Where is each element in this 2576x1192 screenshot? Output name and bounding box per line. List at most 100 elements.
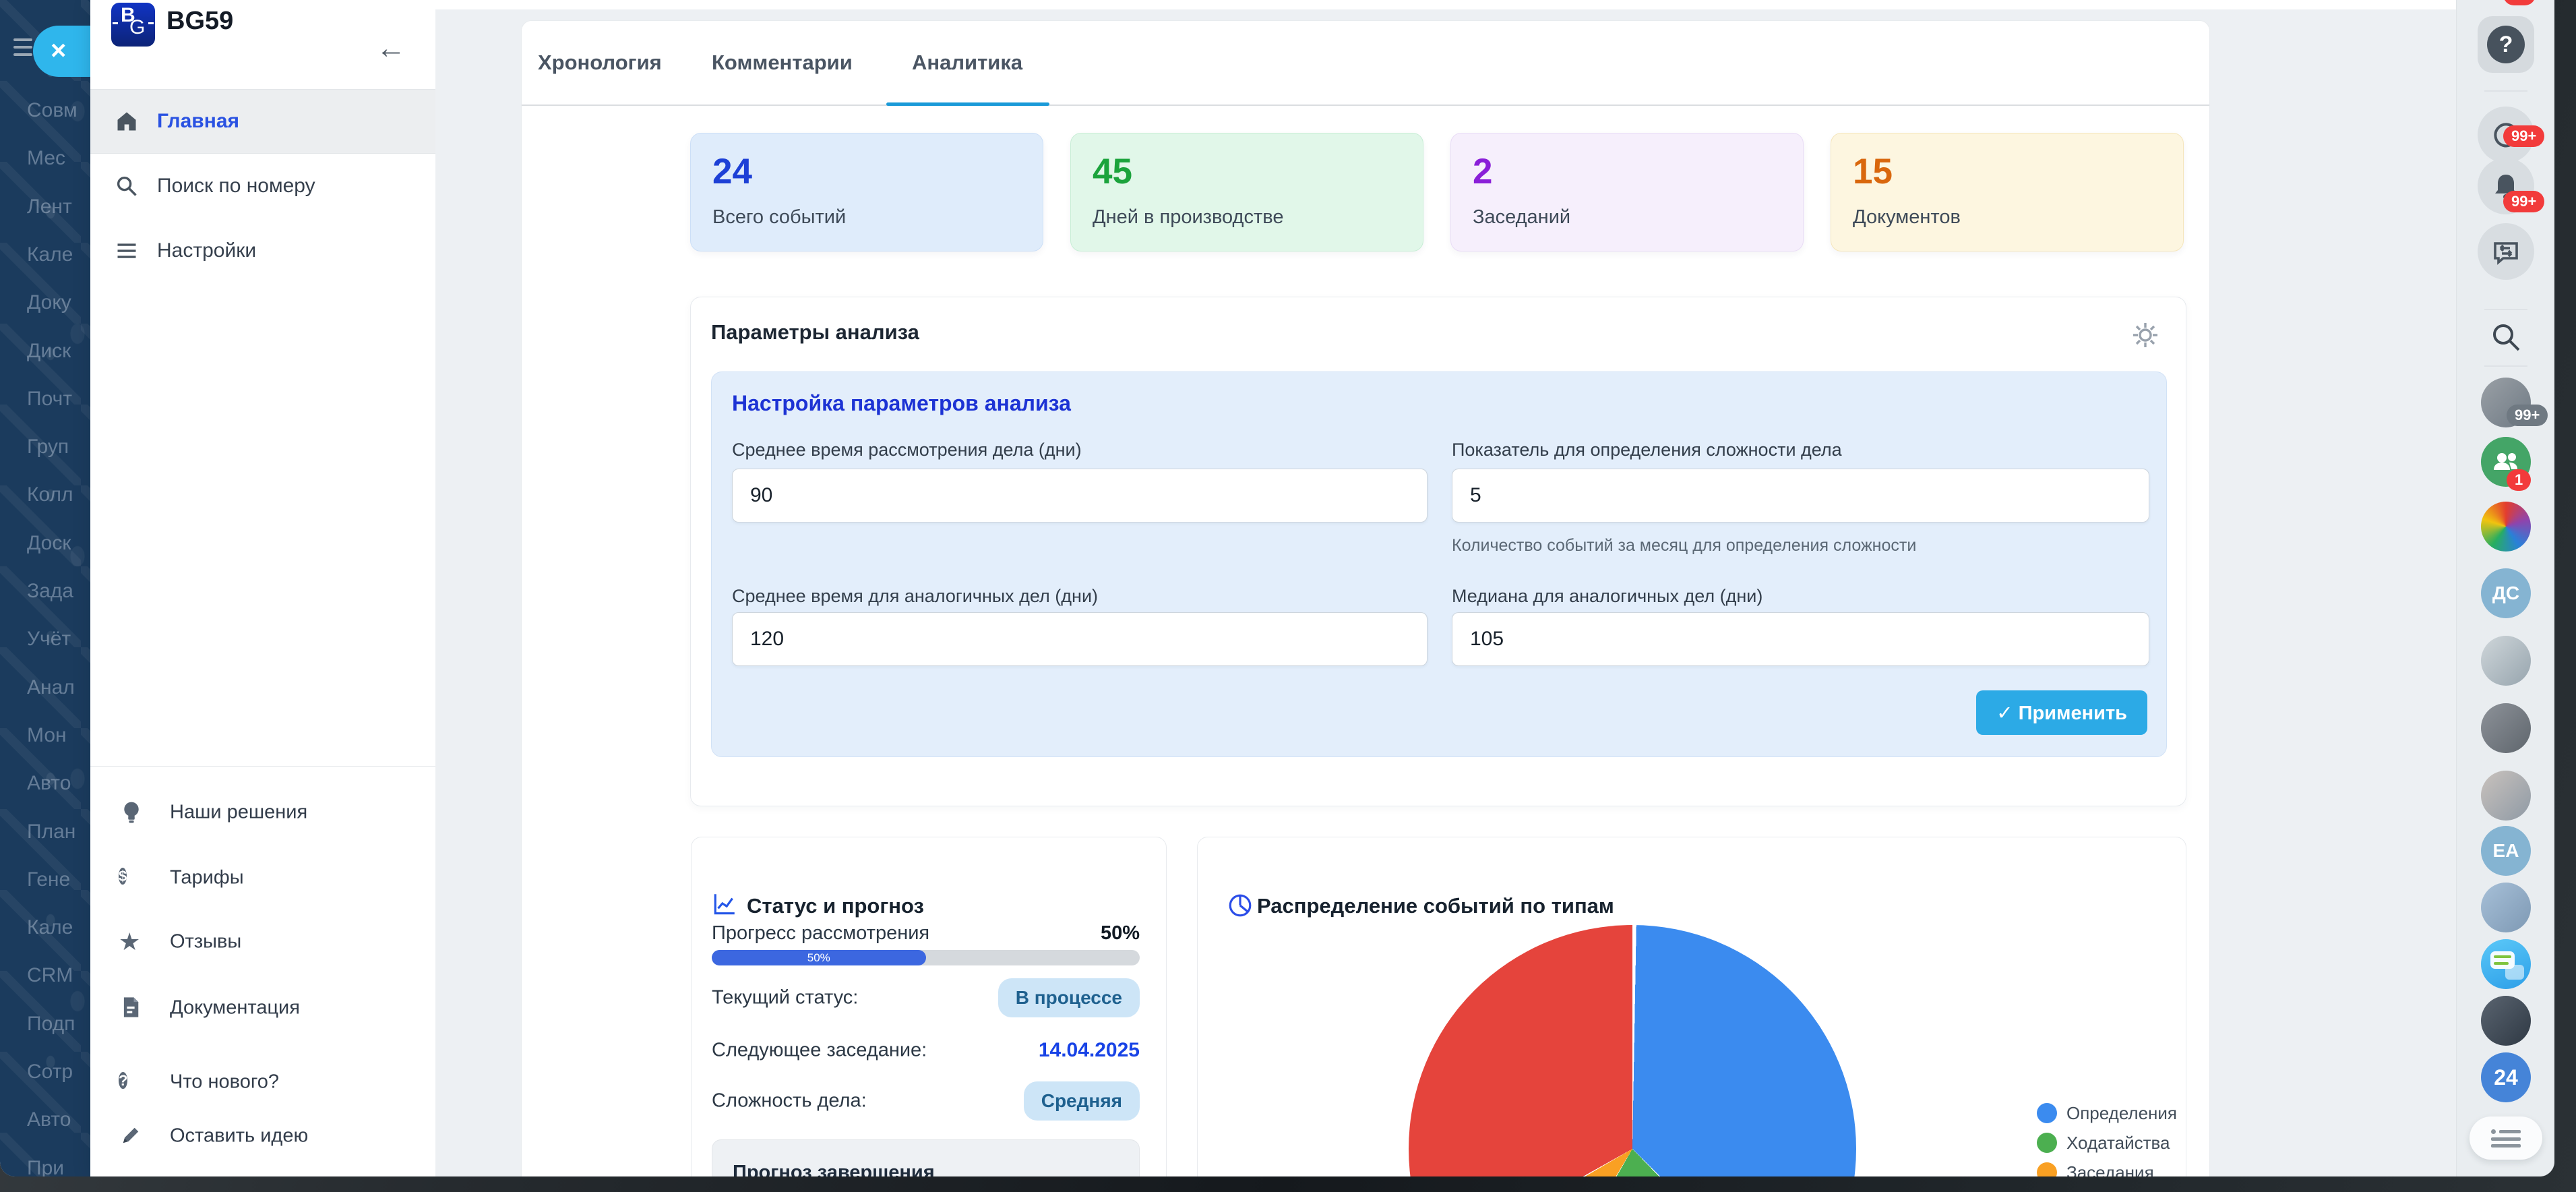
sidebar-item-leave-idea[interactable]: Оставить идею [90,1109,435,1163]
section-title: Распределение событий по типам [1257,894,1614,918]
user-avatar[interactable] [2481,771,2531,821]
background-menu-item: Лент [27,196,72,218]
search-icon[interactable] [2489,320,2523,354]
sidebar-item-our-solutions[interactable]: Наши решения [90,785,435,839]
legend-dot-icon [2037,1162,2057,1176]
field-label: Показатель для определения сложности дел… [1452,440,1842,460]
legend-label: Определения [2066,1103,2177,1124]
section-title: Параметры анализа [711,320,919,345]
case-detail-card: Хронология Комментарии Аналитика 24 Всег… [521,20,2210,1176]
background-menu-item: Гене [27,868,70,891]
section-title: Статус и прогноз [747,894,924,918]
tab-analytics[interactable]: Аналитика [912,21,1022,105]
user-avatar-EA[interactable]: EA [2481,826,2531,876]
forecast-title: Прогноз завершения [733,1162,935,1176]
stat-card-days-in-production: 45 Дней в производстве [1070,133,1423,251]
background-menu-item: Груп [27,436,69,458]
messenger-icon[interactable]: 99+ [2478,223,2534,280]
active-tab-underline [886,102,1049,106]
sidebar-item-home[interactable]: Главная [90,89,435,154]
header-strip [435,0,2456,9]
user-avatar[interactable] [2481,636,2531,686]
median-similar-cases-input[interactable] [1452,612,2149,666]
question-circle-icon: ? [119,1069,144,1095]
close-menu-button[interactable]: × [33,26,90,77]
hamburger-menu-icon[interactable] [13,38,32,61]
star-icon: ★ [119,929,144,955]
legend-item: Определения [2037,1098,2177,1128]
sidebar-item-settings[interactable]: Настройки [90,218,435,283]
menu-lines-icon [115,239,139,263]
help-button[interactable]: ?21 [2478,16,2534,73]
gear-icon[interactable] [2132,322,2159,349]
sidebar-item-label: Документация [170,997,300,1019]
home-icon [115,109,139,133]
stat-value: 15 [1853,151,1893,192]
sidebar-item-label: Главная [157,110,239,133]
rail-divider [2484,91,2527,92]
legend-dot-icon [2037,1103,2057,1123]
sidebar-item-whats-new[interactable]: ? Что нового? [90,1055,435,1109]
avg-review-time-input[interactable] [732,469,1428,523]
background-menu-item: Авто [27,772,71,795]
badge-count: 99+ [2503,125,2544,147]
sidebar-item-label: Что нового? [170,1071,279,1094]
legend-label: Заседания [2066,1162,2154,1177]
bulb-icon [119,800,144,825]
background-menu-item: Кале [27,243,73,266]
rail-menu-button[interactable] [2470,1116,2542,1160]
apply-button[interactable]: ✓ Применить [1976,690,2147,735]
background-menu-item: Почт [27,388,72,411]
next-hearing-date: 14.04.2025 [1039,1039,1140,1062]
collapse-sidebar-icon[interactable]: ← [376,34,406,63]
user-avatar-ДС[interactable]: ДС [2481,568,2531,618]
user-avatar[interactable] [2481,883,2531,932]
badge-count: 21 [2503,0,2536,5]
line-chart-icon [712,891,737,917]
events-distribution-card: Распределение событий по типам Определен… [1197,837,2186,1176]
sidebar-item-search-by-number[interactable]: Поиск по номеру [90,154,435,218]
stat-label: Заседаний [1473,206,1570,229]
user-avatar[interactable] [2481,996,2531,1046]
app-logo: BG [111,3,155,47]
complexity-indicator-input[interactable] [1452,469,2149,523]
background-menu-item: Авто [27,1108,71,1131]
background-menu-item: При [27,1157,64,1176]
next-hearing-row: Следующее заседание: 14.04.2025 [712,1029,1140,1072]
stat-card-documents: 15 Документов [1831,133,2184,251]
background-menu-item: Сотр [27,1061,73,1083]
user-avatar-24[interactable]: 24 [2481,1052,2531,1102]
stat-value: 2 [1473,151,1492,192]
badge-count: 99+ [2503,191,2544,212]
avg-similar-cases-input[interactable] [732,612,1428,666]
background-menu-item: Подп [27,1013,75,1036]
complexity-badge: Средняя [1024,1081,1140,1121]
background-menu-item: Зада [27,580,73,603]
progress-bar: 50% [712,950,1140,965]
row-label: Текущий статус: [712,987,858,1009]
sidebar-item-label: Отзывы [170,931,241,953]
background-menu-item: Мон [27,724,67,747]
sidebar-item-reviews[interactable]: ★ Отзывы [90,915,435,969]
tab-comments[interactable]: Комментарии [712,21,853,105]
background-menu-item: Доку [27,291,71,314]
tab-chronology[interactable]: Хронология [538,21,662,105]
app-avatar[interactable]: 1 [2481,502,2531,552]
check-icon: ✓ [1996,703,2013,724]
background-menu-item: CRM [27,964,73,987]
user-avatar[interactable] [2481,703,2531,753]
sidebar-item-label: Наши решения [170,802,307,824]
stat-label: Документов [1853,206,1961,229]
rail-divider [2484,366,2527,367]
background-menu-item: Анал [27,676,75,699]
pencil-icon [119,1123,144,1149]
chat-bubbles-icon[interactable] [2481,939,2531,989]
pie-chart-icon [1227,893,1253,918]
badge-count: 1 [2507,469,2531,491]
sidebar-item-tariffs[interactable]: $ Тарифы [90,851,435,905]
sidebar-item-documentation[interactable]: Документация [90,981,435,1035]
legend-item: Ходатайства [2037,1128,2177,1158]
field-label: Медиана для аналогичных дел (дни) [1452,586,1762,607]
progress-label: Прогресс рассмотрения [712,922,929,945]
analysis-params-card: Параметры анализа Настройка параметров а… [690,297,2186,806]
